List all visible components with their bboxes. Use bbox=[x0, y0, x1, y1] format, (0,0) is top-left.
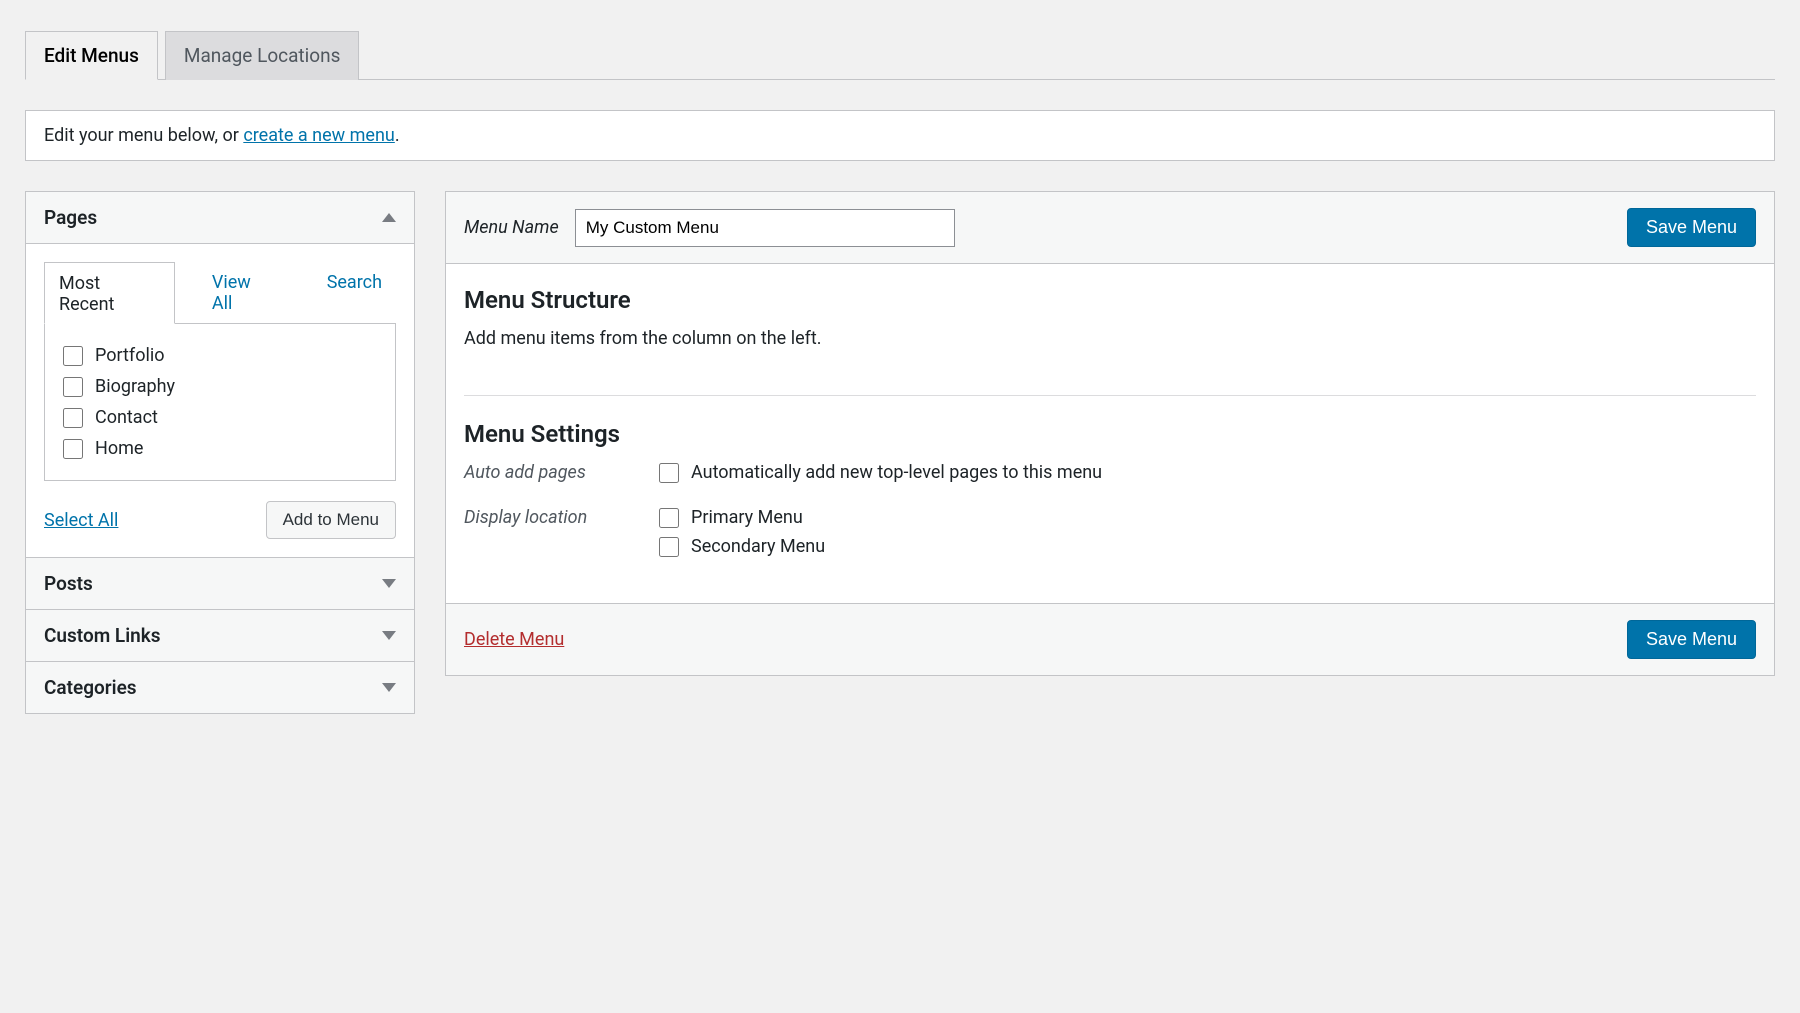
metabox-categories-header[interactable]: Categories bbox=[26, 662, 414, 713]
display-location-label: Display location bbox=[464, 507, 659, 565]
metabox-posts-title: Posts bbox=[44, 572, 93, 595]
info-suffix: . bbox=[395, 125, 400, 146]
info-prefix: Edit your menu below, or bbox=[44, 125, 243, 146]
auto-add-option[interactable]: Automatically add new top-level pages to… bbox=[659, 462, 1102, 483]
location-primary-text: Primary Menu bbox=[691, 507, 803, 528]
page-checkbox-biography[interactable] bbox=[63, 377, 83, 397]
pages-subtabs: Most Recent View All Search bbox=[44, 262, 396, 324]
save-menu-button-bottom[interactable]: Save Menu bbox=[1627, 620, 1756, 659]
page-label: Portfolio bbox=[95, 345, 164, 366]
menu-structure-title: Menu Structure bbox=[464, 286, 1756, 314]
menu-structure-desc: Add menu items from the column on the le… bbox=[464, 328, 1756, 349]
metabox-posts: Posts bbox=[25, 558, 415, 610]
nav-tabs: Edit Menus Manage Locations bbox=[25, 30, 1775, 80]
metabox-categories-title: Categories bbox=[44, 676, 137, 699]
page-item-contact[interactable]: Contact bbox=[63, 402, 377, 433]
menu-settings-title: Menu Settings bbox=[464, 420, 1756, 448]
auto-add-label: Auto add pages bbox=[464, 462, 659, 491]
add-to-menu-button[interactable]: Add to Menu bbox=[266, 501, 396, 539]
page-item-biography[interactable]: Biography bbox=[63, 371, 377, 402]
tab-manage-locations[interactable]: Manage Locations bbox=[165, 31, 360, 80]
page-label: Home bbox=[95, 438, 143, 459]
auto-add-checkbox[interactable] bbox=[659, 463, 679, 483]
page-checkbox-portfolio[interactable] bbox=[63, 346, 83, 366]
metabox-custom-links-header[interactable]: Custom Links bbox=[26, 610, 414, 661]
metabox-custom-links-title: Custom Links bbox=[44, 624, 161, 647]
metabox-pages-title: Pages bbox=[44, 206, 97, 229]
page-label: Contact bbox=[95, 407, 158, 428]
expand-icon bbox=[382, 579, 396, 588]
pages-checklist: Portfolio Biography Contact Home bbox=[44, 323, 396, 481]
location-primary[interactable]: Primary Menu bbox=[659, 507, 825, 528]
location-secondary[interactable]: Secondary Menu bbox=[659, 536, 825, 557]
metabox-categories: Categories bbox=[25, 662, 415, 714]
metabox-pages-header[interactable]: Pages bbox=[26, 192, 414, 244]
page-checkbox-contact[interactable] bbox=[63, 408, 83, 428]
location-primary-checkbox[interactable] bbox=[659, 508, 679, 528]
menu-name-label: Menu Name bbox=[464, 217, 559, 238]
page-label: Biography bbox=[95, 376, 175, 397]
expand-icon bbox=[382, 683, 396, 692]
subtab-view-all[interactable]: View All bbox=[198, 262, 290, 324]
location-secondary-text: Secondary Menu bbox=[691, 536, 825, 557]
divider bbox=[464, 395, 1756, 396]
collapse-icon bbox=[382, 213, 396, 222]
menu-name-input[interactable] bbox=[575, 209, 955, 247]
metabox-posts-header[interactable]: Posts bbox=[26, 558, 414, 609]
display-location-row: Display location Primary Menu Secondary … bbox=[464, 507, 1756, 565]
create-new-menu-link[interactable]: create a new menu bbox=[243, 125, 395, 146]
select-all-link[interactable]: Select All bbox=[44, 510, 118, 531]
save-menu-button-top[interactable]: Save Menu bbox=[1627, 208, 1756, 247]
menu-header-bar: Menu Name Save Menu bbox=[446, 192, 1774, 264]
sidebar: Pages Most Recent View All Search Portfo… bbox=[25, 191, 415, 714]
menu-edit-panel: Menu Name Save Menu Menu Structure Add m… bbox=[445, 191, 1775, 676]
auto-add-text: Automatically add new top-level pages to… bbox=[691, 462, 1102, 483]
subtab-search[interactable]: Search bbox=[313, 262, 396, 324]
delete-menu-link[interactable]: Delete Menu bbox=[464, 629, 564, 650]
menu-footer-bar: Delete Menu Save Menu bbox=[446, 603, 1774, 675]
info-bar: Edit your menu below, or create a new me… bbox=[25, 110, 1775, 161]
tab-edit-menus[interactable]: Edit Menus bbox=[25, 31, 158, 80]
auto-add-row: Auto add pages Automatically add new top… bbox=[464, 462, 1756, 491]
metabox-custom-links: Custom Links bbox=[25, 610, 415, 662]
page-item-home[interactable]: Home bbox=[63, 433, 377, 464]
page-item-portfolio[interactable]: Portfolio bbox=[63, 340, 377, 371]
main-panel-wrapper: Menu Name Save Menu Menu Structure Add m… bbox=[445, 191, 1775, 714]
metabox-pages: Pages Most Recent View All Search Portfo… bbox=[25, 191, 415, 558]
page-checkbox-home[interactable] bbox=[63, 439, 83, 459]
subtab-most-recent[interactable]: Most Recent bbox=[44, 262, 175, 324]
location-secondary-checkbox[interactable] bbox=[659, 537, 679, 557]
expand-icon bbox=[382, 631, 396, 640]
